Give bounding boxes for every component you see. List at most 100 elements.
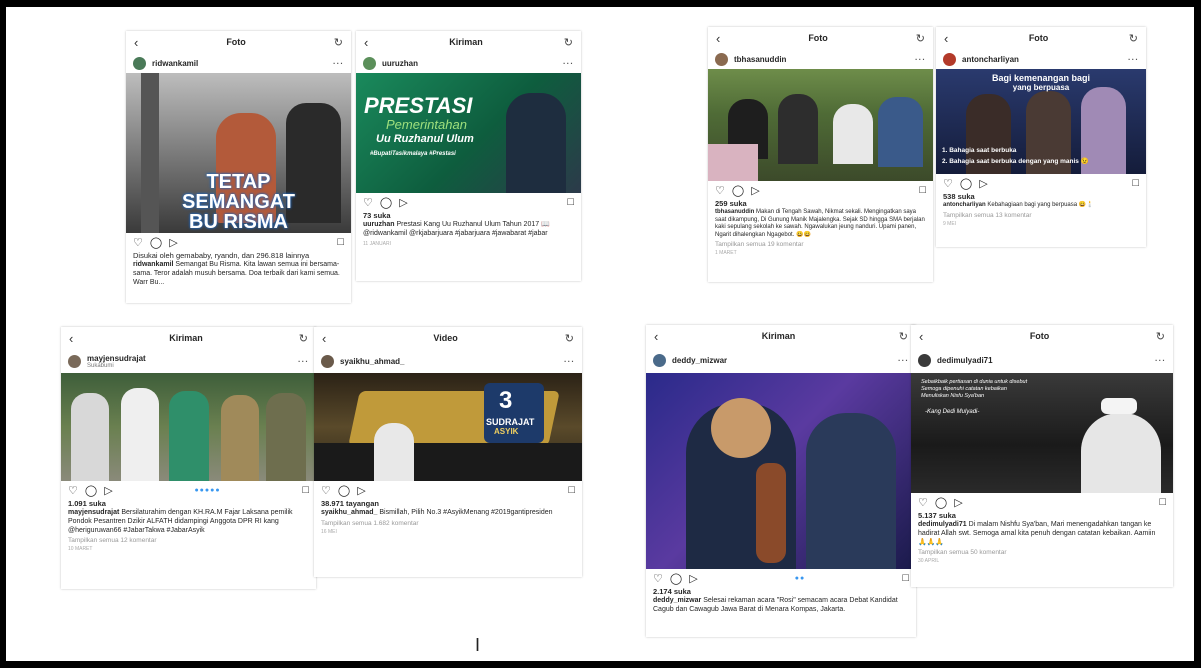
more-icon[interactable]: ··· bbox=[915, 55, 926, 64]
more-icon[interactable]: ··· bbox=[898, 356, 909, 365]
overlay-line-3: 1. Bahagia saat berbuka bbox=[942, 147, 1017, 154]
comment-icon[interactable]: ◯ bbox=[960, 177, 972, 190]
avatar[interactable] bbox=[715, 52, 728, 66]
share-icon[interactable]: ▷ bbox=[357, 484, 365, 497]
comment-icon[interactable]: ◯ bbox=[85, 484, 97, 497]
avatar[interactable] bbox=[133, 56, 146, 70]
comment-icon[interactable]: ◯ bbox=[380, 196, 392, 209]
caption-username[interactable]: tbhasanuddin bbox=[715, 209, 754, 215]
refresh-icon[interactable]: ↻ bbox=[916, 32, 925, 45]
likes-text[interactable]: Disukai oleh gemababy, ryandn, dan 296.8… bbox=[126, 251, 351, 260]
likes-count[interactable]: 259 suka bbox=[708, 199, 933, 208]
more-icon[interactable]: ··· bbox=[333, 59, 344, 68]
more-icon[interactable]: ··· bbox=[1128, 55, 1139, 64]
caption-username[interactable]: uuruzhan bbox=[363, 221, 395, 228]
view-comments-link[interactable]: Tampilkan semua 50 komentar bbox=[911, 548, 1173, 557]
likes-count[interactable]: 73 suka bbox=[356, 211, 581, 220]
bookmark-icon[interactable]: □ bbox=[567, 196, 574, 208]
heart-icon[interactable]: ♡ bbox=[653, 572, 663, 585]
location[interactable]: Sukabumi bbox=[87, 363, 298, 369]
heart-icon[interactable]: ♡ bbox=[133, 236, 143, 249]
refresh-icon[interactable]: ↻ bbox=[1156, 330, 1165, 343]
username[interactable]: syaikhu_ahmad_ bbox=[340, 357, 564, 366]
username[interactable]: deddy_mizwar bbox=[672, 356, 898, 365]
username[interactable]: tbhasanuddin bbox=[734, 55, 915, 64]
bookmark-icon[interactable]: □ bbox=[919, 184, 926, 196]
share-icon[interactable]: ▷ bbox=[954, 496, 962, 509]
chevron-left-icon[interactable]: ‹ bbox=[944, 31, 948, 46]
more-icon[interactable]: ··· bbox=[563, 59, 574, 68]
bookmark-icon[interactable]: □ bbox=[337, 236, 344, 248]
bookmark-icon[interactable]: □ bbox=[1132, 177, 1139, 189]
post-video[interactable]: 3 SUDRAJAT ASYIK bbox=[314, 373, 582, 481]
heart-icon[interactable]: ♡ bbox=[715, 184, 725, 197]
chevron-left-icon[interactable]: ‹ bbox=[322, 331, 326, 346]
likes-count[interactable]: 1.091 suka bbox=[61, 499, 316, 508]
refresh-icon[interactable]: ↻ bbox=[564, 36, 573, 49]
more-icon[interactable]: ··· bbox=[298, 357, 309, 366]
comment-icon[interactable]: ◯ bbox=[150, 236, 162, 249]
user-row: antoncharliyan ··· bbox=[936, 49, 1146, 69]
likes-count[interactable]: 538 suka bbox=[936, 192, 1146, 201]
bookmark-icon[interactable]: □ bbox=[302, 484, 309, 496]
username[interactable]: ridwankamil bbox=[152, 59, 333, 68]
bookmark-icon[interactable]: □ bbox=[568, 484, 575, 496]
refresh-icon[interactable]: ↻ bbox=[334, 36, 343, 49]
view-comments-link[interactable]: Tampilkan semua 13 komentar bbox=[936, 211, 1146, 220]
share-icon[interactable]: ▷ bbox=[169, 236, 177, 249]
chevron-left-icon[interactable]: ‹ bbox=[654, 329, 658, 344]
caption-username[interactable]: ridwankamil bbox=[133, 261, 173, 268]
avatar[interactable] bbox=[363, 56, 376, 70]
refresh-icon[interactable]: ↻ bbox=[899, 330, 908, 343]
heart-icon[interactable]: ♡ bbox=[363, 196, 373, 209]
likes-count[interactable]: 5.137 suka bbox=[911, 511, 1173, 520]
refresh-icon[interactable]: ↻ bbox=[299, 332, 308, 345]
views-count[interactable]: 38.971 tayangan bbox=[314, 499, 582, 508]
chevron-left-icon[interactable]: ‹ bbox=[364, 35, 368, 50]
chevron-left-icon[interactable]: ‹ bbox=[919, 329, 923, 344]
caption-username[interactable]: antoncharliyan bbox=[943, 202, 986, 208]
username[interactable]: mayjensudrajat bbox=[87, 354, 146, 363]
heart-icon[interactable]: ♡ bbox=[943, 177, 953, 190]
username[interactable]: dedimulyadi71 bbox=[937, 356, 1155, 365]
bookmark-icon[interactable]: □ bbox=[1159, 496, 1166, 508]
chevron-left-icon[interactable]: ‹ bbox=[716, 31, 720, 46]
share-icon[interactable]: ▷ bbox=[104, 484, 112, 497]
view-comments-link[interactable]: Tampilkan semua 1.682 komentar bbox=[314, 519, 582, 528]
caption-text: Kebahagiaan bagi yang berpuasa 😀🕯️ bbox=[987, 202, 1094, 208]
avatar[interactable] bbox=[68, 354, 81, 368]
view-comments-link[interactable]: Tampilkan semua 19 komentar bbox=[708, 240, 933, 249]
caption-username[interactable]: deddy_mizwar bbox=[653, 597, 701, 604]
heart-icon[interactable]: ♡ bbox=[918, 496, 928, 509]
heart-icon[interactable]: ♡ bbox=[321, 484, 331, 497]
more-icon[interactable]: ··· bbox=[564, 357, 575, 366]
caption-username[interactable]: dedimulyadi71 bbox=[918, 521, 967, 528]
share-icon[interactable]: ▷ bbox=[979, 177, 987, 190]
view-comments-link[interactable]: Tampilkan semua 12 komentar bbox=[61, 536, 316, 545]
chevron-left-icon[interactable]: ‹ bbox=[134, 35, 138, 50]
share-icon[interactable]: ▷ bbox=[399, 196, 407, 209]
avatar[interactable] bbox=[943, 52, 956, 66]
refresh-icon[interactable]: ↻ bbox=[565, 332, 574, 345]
comment-icon[interactable]: ◯ bbox=[732, 184, 744, 197]
comment-icon[interactable]: ◯ bbox=[670, 572, 682, 585]
bookmark-icon[interactable]: □ bbox=[902, 572, 909, 584]
chevron-left-icon[interactable]: ‹ bbox=[69, 331, 73, 346]
share-icon[interactable]: ▷ bbox=[751, 184, 759, 197]
comment-icon[interactable]: ◯ bbox=[338, 484, 350, 497]
heart-icon[interactable]: ♡ bbox=[68, 484, 78, 497]
post-card-mayjensudrajat: ‹ Kiriman ↻ mayjensudrajat Sukabumi ··· ♡… bbox=[61, 327, 316, 589]
username[interactable]: antoncharliyan bbox=[962, 55, 1128, 64]
more-icon[interactable]: ··· bbox=[1155, 356, 1166, 365]
comment-icon[interactable]: ◯ bbox=[935, 496, 947, 509]
avatar[interactable] bbox=[918, 353, 931, 367]
caption-username[interactable]: mayjensudrajat bbox=[68, 509, 119, 516]
avatar[interactable] bbox=[653, 353, 666, 367]
avatar[interactable] bbox=[321, 354, 334, 368]
username[interactable]: uuruzhan bbox=[382, 59, 563, 68]
likes-count[interactable]: 2.174 suka bbox=[646, 587, 916, 596]
caption-username[interactable]: syaikhu_ahmad_ bbox=[321, 509, 377, 516]
share-icon[interactable]: ▷ bbox=[689, 572, 697, 585]
overlay-line-4: -Kang Dedi Mulyadi- bbox=[925, 409, 980, 415]
refresh-icon[interactable]: ↻ bbox=[1129, 32, 1138, 45]
